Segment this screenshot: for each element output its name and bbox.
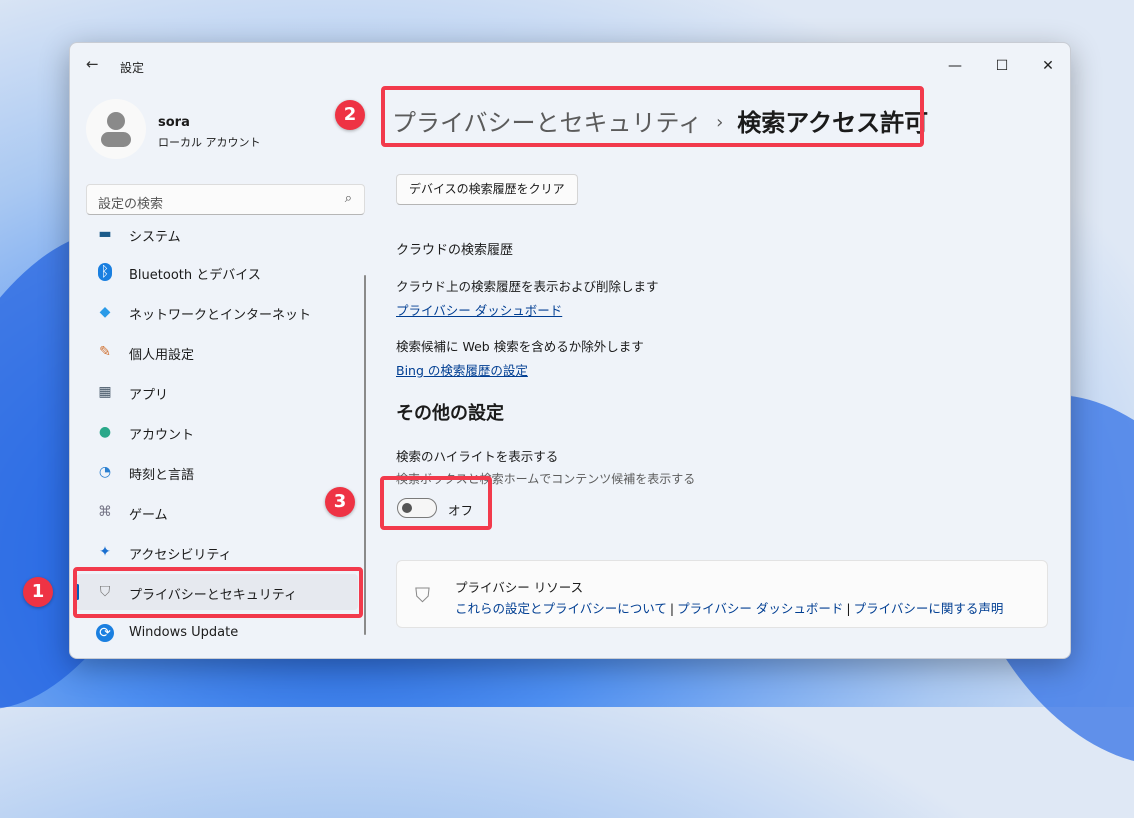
annotation-box-sidebar	[73, 567, 363, 618]
sidebar-item-label: ゲーム	[129, 508, 168, 523]
privacy-dashboard-link[interactable]: プライバシー ダッシュボード	[396, 300, 562, 319]
globe-clock-icon: ◔	[98, 464, 112, 480]
wifi-icon: ◆	[99, 304, 111, 320]
account-type: ローカル アカウント	[158, 136, 261, 149]
link-separator: |	[846, 601, 851, 616]
web-search-desc: 検索候補に Web 検索を含めるか除外します	[396, 339, 644, 354]
about-settings-link[interactable]: これらの設定とプライバシーについて	[455, 601, 667, 616]
annotation-box-breadcrumb	[381, 86, 924, 147]
avatar[interactable]	[86, 99, 146, 159]
privacy-statement-link[interactable]: プライバシーに関する声明	[854, 601, 1004, 616]
dashboard-link[interactable]: プライバシー ダッシュボード	[677, 601, 843, 616]
link-separator: |	[669, 601, 675, 616]
sidebar-item-system[interactable]: ▬ システム	[76, 219, 358, 252]
cloud-history-heading: クラウドの検索履歴	[396, 243, 514, 258]
sidebar-item-gaming[interactable]: ⌘ ゲーム	[76, 494, 358, 530]
system-icon: ▬	[98, 226, 112, 242]
apps-icon: ▦	[98, 384, 112, 400]
sidebar-item-label: 個人用設定	[129, 348, 195, 363]
cloud-history-desc: クラウド上の検索履歴を表示および削除します	[396, 279, 659, 294]
annotation-number-3: 3	[325, 487, 355, 517]
sidebar-item-personalization[interactable]: ✎ 個人用設定	[76, 334, 358, 370]
sidebar-item-label: Windows Update	[129, 625, 239, 640]
annotation-number-2: 2	[335, 100, 365, 130]
gamepad-icon: ⌘	[98, 504, 112, 520]
search-placeholder: 設定の検索	[98, 197, 164, 212]
maximize-button[interactable]: ☐	[979, 51, 1025, 81]
other-settings-heading: その他の設定	[396, 403, 504, 424]
title-bar: ← 設定 — ☐ ✕	[70, 43, 1070, 87]
resources-title: プライバシー リソース	[455, 580, 584, 595]
search-icon: ⌕	[344, 191, 352, 206]
privacy-resources-card: ⛉ プライバシー リソース これらの設定とプライバシーについて | プライバシー ダ…	[396, 560, 1048, 628]
minimize-button[interactable]: —	[932, 51, 978, 81]
close-button[interactable]: ✕	[1025, 51, 1070, 81]
sidebar-item-network[interactable]: ◆ ネットワークとインターネット	[76, 294, 358, 330]
bluetooth-icon: ᛒ	[98, 263, 112, 281]
sidebar-item-label: Bluetooth とデバイス	[129, 268, 261, 283]
sidebar-scrollbar[interactable]	[364, 275, 366, 635]
back-icon[interactable]: ←	[86, 55, 99, 73]
sidebar-item-time-language[interactable]: ◔ 時刻と言語	[76, 454, 358, 490]
sidebar-item-windows-update[interactable]: ⟳ Windows Update	[76, 615, 358, 651]
update-icon: ⟳	[96, 624, 114, 642]
sidebar-item-accounts[interactable]: ● アカウント	[76, 414, 358, 450]
sidebar-item-label: ネットワークとインターネット	[129, 308, 312, 323]
account-icon: ●	[98, 424, 112, 440]
sidebar-item-bluetooth[interactable]: ᛒ Bluetooth とデバイス	[76, 254, 358, 290]
user-name: sora	[158, 115, 190, 130]
highlight-title: 検索のハイライトを表示する	[396, 449, 559, 464]
sidebar-item-label: システム	[129, 230, 181, 245]
bing-history-link[interactable]: Bing の検索履歴の設定	[396, 360, 528, 379]
shield-icon: ⛉	[415, 583, 430, 607]
resources-links: これらの設定とプライバシーについて | プライバシー ダッシュボード | プライバシーに…	[455, 598, 1003, 617]
app-title: 設定	[120, 61, 145, 75]
annotation-box-toggle	[380, 476, 492, 530]
sidebar-item-apps[interactable]: ▦ アプリ	[76, 374, 358, 410]
accessibility-icon: ✦	[99, 544, 111, 560]
sidebar-item-accessibility[interactable]: ✦ アクセシビリティ	[76, 534, 358, 570]
annotation-number-1: 1	[23, 577, 53, 607]
sidebar-item-label: アカウント	[129, 428, 195, 443]
clear-history-button[interactable]: デバイスの検索履歴をクリア	[396, 174, 578, 205]
sidebar-item-label: アクセシビリティ	[129, 548, 232, 563]
brush-icon: ✎	[99, 344, 111, 360]
sidebar-item-label: アプリ	[129, 388, 169, 403]
sidebar-item-label: 時刻と言語	[129, 468, 195, 483]
search-input[interactable]: 設定の検索 ⌕	[86, 184, 365, 215]
